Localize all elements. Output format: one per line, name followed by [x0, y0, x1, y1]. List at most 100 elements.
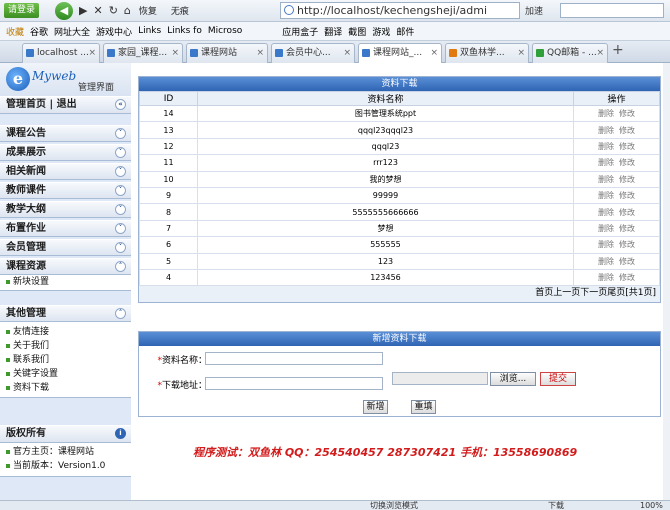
delete-link[interactable]: 删除 — [598, 257, 614, 266]
sidebar-item-syllabus[interactable]: 教学大纲 ˅ — [0, 201, 131, 218]
tool-item[interactable]: 翻译 — [324, 25, 342, 38]
submenu-item-contact[interactable]: 联系我们 — [0, 353, 131, 367]
address-bar[interactable]: http://localhost/kechengsheji/admi — [280, 2, 520, 19]
delete-link[interactable]: 删除 — [598, 158, 614, 167]
sidebar-top-links[interactable]: 管理首页 | 退出 « — [0, 96, 131, 114]
submenu-item-downloads[interactable]: 资料下载 — [0, 381, 131, 395]
row-id: 4 — [139, 268, 198, 287]
refresh-icon[interactable]: ↻ — [109, 2, 118, 20]
address-input[interactable] — [205, 377, 383, 390]
bookmark-item[interactable]: 游戏中心 — [96, 25, 132, 38]
chevron-down-icon[interactable]: ˅ — [115, 223, 126, 234]
login-button[interactable]: 请登录 — [4, 3, 40, 18]
edit-link[interactable]: 修改 — [619, 191, 635, 200]
browser-tab[interactable]: 家园_课程... × — [103, 43, 183, 63]
sidebar-item-courseware[interactable]: 教师课件 ˅ — [0, 182, 131, 199]
download-button[interactable]: 下载 — [548, 501, 564, 510]
forward-icon[interactable]: ▶ — [79, 2, 87, 20]
sidebar-item-resources[interactable]: 课程资源 ˄ — [0, 258, 131, 275]
bookmark-item[interactable]: Links fo — [167, 26, 202, 36]
chevron-up-icon[interactable]: ˄ — [115, 308, 126, 319]
row-actions: 删除 修改 — [573, 186, 660, 205]
chevron-down-icon[interactable]: ˅ — [115, 128, 126, 139]
submit-button[interactable]: 提交 — [540, 372, 576, 386]
submenu-item[interactable]: 新块设置 — [0, 275, 131, 289]
submenu-item-links[interactable]: 友情连接 — [0, 325, 131, 339]
sidebar-item-announcements[interactable]: 课程公告 ˅ — [0, 125, 131, 142]
browse-button[interactable]: 浏览... — [490, 372, 536, 386]
bookmark-item[interactable]: Links — [138, 26, 161, 36]
tool-item[interactable]: 截图 — [348, 25, 366, 38]
chevron-down-icon[interactable]: ˅ — [115, 185, 126, 196]
delete-link[interactable]: 删除 — [598, 191, 614, 200]
tool-item[interactable]: 游戏 — [372, 25, 390, 38]
add-button[interactable]: 新增 — [363, 400, 388, 414]
chevrons-left-icon[interactable]: « — [115, 99, 126, 110]
delete-link[interactable]: 删除 — [598, 273, 614, 282]
edit-link[interactable]: 修改 — [619, 158, 635, 167]
chevron-down-icon[interactable]: ˅ — [115, 204, 126, 215]
table-row: 4 123456 删除 修改 — [139, 268, 660, 287]
submenu-item-keywords[interactable]: 关键字设置 — [0, 367, 131, 381]
row-actions: 删除 修改 — [573, 170, 660, 188]
sidebar-item-achievements[interactable]: 成果展示 ˅ — [0, 144, 131, 161]
vertical-scrollbar[interactable] — [663, 63, 670, 500]
browser-tab[interactable]: localhost ... × — [22, 43, 100, 63]
bullet-icon — [6, 449, 10, 454]
edit-link[interactable]: 修改 — [619, 175, 635, 184]
row-name: rrr123 — [197, 154, 574, 172]
edit-link[interactable]: 修改 — [619, 126, 635, 135]
edit-link[interactable]: 修改 — [619, 224, 635, 233]
accelerate-button[interactable]: 加速 — [525, 4, 543, 17]
submenu-item-about[interactable]: 关于我们 — [0, 339, 131, 353]
bookmark-item[interactable]: Microso — [208, 26, 242, 36]
browser-tab[interactable]: QQ邮箱 - ... × — [532, 43, 608, 63]
delete-link[interactable]: 删除 — [598, 208, 614, 217]
close-icon[interactable]: ✕ — [93, 2, 102, 20]
browse-mode-toggle[interactable]: 切换浏览模式 — [370, 501, 418, 510]
info-icon[interactable]: i — [115, 428, 126, 439]
edit-link[interactable]: 修改 — [619, 208, 635, 217]
delete-link[interactable]: 删除 — [598, 240, 614, 249]
browser-tab[interactable]: 课程网站 × — [186, 43, 268, 63]
zoom-level[interactable]: 100% — [640, 501, 663, 510]
pagination[interactable]: 首页上一页下一页尾页[共1页] — [139, 286, 660, 303]
reset-button[interactable]: 重填 — [411, 400, 436, 414]
sidebar-item-homework[interactable]: 布置作业 ˅ — [0, 220, 131, 237]
chevron-down-icon[interactable]: ˅ — [115, 147, 126, 158]
edit-link[interactable]: 修改 — [619, 142, 635, 151]
delete-link[interactable]: 删除 — [598, 224, 614, 233]
sidebar-section-other[interactable]: 其他管理 ˄ — [0, 305, 131, 322]
edit-link[interactable]: 修改 — [619, 257, 635, 266]
home-icon[interactable]: ⌂ — [124, 2, 131, 20]
bookmark-item[interactable]: 谷歌 — [30, 25, 48, 38]
delete-link[interactable]: 删除 — [598, 175, 614, 184]
edit-link[interactable]: 修改 — [619, 240, 635, 249]
browser-tab-active[interactable]: 课程网站_... × — [358, 43, 442, 64]
delete-link[interactable]: 删除 — [598, 109, 614, 118]
tool-item[interactable]: 应用盒子 — [282, 25, 318, 38]
bookmark-item[interactable]: 网址大全 — [54, 25, 90, 38]
incognito-button[interactable]: 无痕 — [171, 4, 189, 17]
chevron-down-icon[interactable]: ˅ — [115, 166, 126, 177]
restore-button[interactable]: 恢复 — [139, 4, 157, 17]
delete-link[interactable]: 删除 — [598, 142, 614, 151]
sidebar-item-news[interactable]: 相关新闻 ˅ — [0, 163, 131, 180]
bookmark-item[interactable]: 收藏 — [6, 25, 24, 38]
browser-tab[interactable]: 双鱼林学... × — [445, 43, 529, 63]
row-actions: 删除 修改 — [573, 219, 660, 238]
file-path-input[interactable] — [392, 372, 488, 385]
row-name: 123456 — [197, 268, 574, 287]
chevron-down-icon[interactable]: ˅ — [115, 242, 126, 253]
chevron-up-icon[interactable]: ˄ — [115, 261, 126, 272]
edit-link[interactable]: 修改 — [619, 109, 635, 118]
new-tab-icon[interactable]: + — [612, 42, 624, 58]
tool-item[interactable]: 邮件 — [396, 25, 414, 38]
browser-tab[interactable]: 会员中心... × — [271, 43, 355, 63]
search-box[interactable] — [560, 3, 664, 18]
delete-link[interactable]: 删除 — [598, 126, 614, 135]
back-button[interactable]: ◀ — [55, 1, 74, 20]
edit-link[interactable]: 修改 — [619, 273, 635, 282]
sidebar-item-members[interactable]: 会员管理 ˅ — [0, 239, 131, 256]
name-input[interactable] — [205, 352, 383, 365]
